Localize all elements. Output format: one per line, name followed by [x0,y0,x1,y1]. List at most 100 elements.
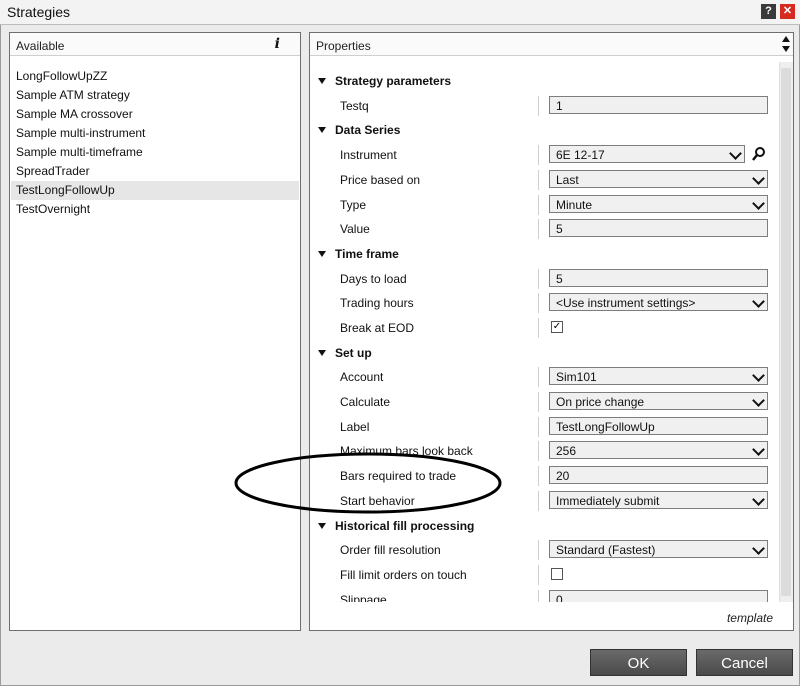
available-header: Available i [10,33,300,56]
help-button[interactable]: ? [761,4,776,19]
property-label: Calculate [340,395,391,409]
category-row[interactable]: Historical fill processing [310,516,779,536]
category-label: Data Series [335,123,401,137]
chevron-down-icon[interactable] [752,172,765,185]
property-dropdown[interactable]: On price change [549,392,768,410]
property-row: Value 5 [310,219,779,239]
ok-button[interactable]: OK [590,649,687,676]
property-row: Fill limit orders on touch [310,565,779,585]
property-scrollbar[interactable] [779,62,793,602]
property-input[interactable]: 1 [549,96,768,114]
property-checkbox[interactable]: ✓ [551,321,563,333]
column-divider [538,318,539,338]
info-icon[interactable]: i [275,36,280,52]
property-row: Break at EOD ✓ [310,318,779,338]
property-row: Days to load 5 [310,269,779,289]
column-divider [538,269,539,289]
property-row: Testq 1 [310,96,779,116]
search-icon[interactable] [751,146,767,162]
available-header-label: Available [16,39,65,53]
category-row[interactable]: Data Series [310,120,779,140]
property-checkbox[interactable] [551,568,563,580]
column-divider [538,466,539,486]
column-divider [538,491,539,511]
property-label: Testq [340,99,369,113]
property-row: Account Sim101 [310,367,779,387]
close-button[interactable]: ✕ [780,4,795,19]
field-value: Immediately submit [556,494,660,508]
strategy-item[interactable]: Sample multi-instrument [11,124,299,143]
property-row: Instrument 6E 12-17 [310,145,779,165]
scrollbar-thumb[interactable] [781,68,791,596]
column-divider [538,540,539,560]
column-divider [538,145,539,165]
chevron-down-icon[interactable] [752,394,765,407]
property-input[interactable]: 5 [549,269,768,287]
strategy-list: LongFollowUpZZ Sample ATM strategy Sample … [11,67,299,219]
collapse-arrow-icon[interactable] [318,350,326,356]
property-input[interactable]: 0 [549,590,768,602]
column-divider [538,219,539,239]
strategy-item[interactable]: SpreadTrader [11,162,299,181]
property-label: Order fill resolution [340,543,441,557]
strategies-dialog: Available i LongFollowUpZZ Sample ATM str… [0,25,800,686]
property-dropdown[interactable]: 256 [549,441,768,459]
strategy-item[interactable]: TestOvernight [11,200,299,219]
strategy-item[interactable]: TestLongFollowUp [11,181,299,200]
scroll-down-arrow-icon[interactable] [782,46,790,52]
category-label: Set up [335,346,372,360]
field-value: TestLongFollowUp [556,420,655,434]
property-dropdown[interactable]: Immediately submit [549,491,768,509]
property-input[interactable]: 20 [549,466,768,484]
property-label: Start behavior [340,494,415,508]
property-row: Order fill resolution Standard (Fastest) [310,540,779,560]
category-row[interactable]: Set up [310,343,779,363]
category-row[interactable]: Strategy parameters [310,71,779,91]
property-dropdown[interactable]: <Use instrument settings> [549,293,768,311]
property-dropdown[interactable]: Standard (Fastest) [549,540,768,558]
property-label: Type [340,198,367,212]
field-value: 5 [556,272,563,286]
category-label: Historical fill processing [335,519,475,533]
column-divider [538,367,539,387]
chevron-down-icon[interactable] [752,493,765,506]
column-divider [538,565,539,585]
strategy-item[interactable]: Sample MA crossover [11,105,299,124]
property-dropdown[interactable]: Sim101 [549,367,768,385]
collapse-arrow-icon[interactable] [318,251,326,257]
property-label: Slippage [340,593,387,602]
property-dropdown[interactable]: 6E 12-17 [549,145,745,163]
collapse-arrow-icon[interactable] [318,127,326,133]
strategy-item[interactable]: Sample multi-timeframe [11,143,299,162]
property-label: Instrument [340,148,397,162]
category-label: Strategy parameters [335,74,452,88]
field-value: <Use instrument settings> [556,296,696,310]
property-label: Maximum bars look back [340,444,473,458]
property-input[interactable]: 5 [549,219,768,237]
template-link[interactable]: template [727,611,773,625]
cancel-button[interactable]: Cancel [696,649,793,676]
category-row[interactable]: Time frame [310,244,779,264]
field-value: On price change [556,395,645,409]
strategy-item[interactable]: Sample ATM strategy [11,86,299,105]
properties-panel: Properties Strategy parameters Testq 1 Data… [309,32,794,631]
chevron-down-icon[interactable] [752,542,765,555]
property-label: Account [340,370,384,384]
chevron-down-icon[interactable] [752,369,765,382]
chevron-down-icon[interactable] [729,147,742,160]
chevron-down-icon[interactable] [752,443,765,456]
field-value: Minute [556,198,593,212]
property-row: Trading hours <Use instrument settings> [310,293,779,313]
strategy-item[interactable]: LongFollowUpZZ [11,67,299,86]
chevron-down-icon[interactable] [752,295,765,308]
property-dropdown[interactable]: Minute [549,195,768,213]
scroll-up-arrow-icon[interactable] [782,36,790,42]
collapse-arrow-icon[interactable] [318,78,326,84]
property-input[interactable]: TestLongFollowUp [549,417,768,435]
property-row: Bars required to trade 20 [310,466,779,486]
property-dropdown[interactable]: Last [549,170,768,188]
property-grid: Strategy parameters Testq 1 Data Series Inst… [310,56,779,602]
collapse-arrow-icon[interactable] [318,523,326,529]
chevron-down-icon[interactable] [752,197,765,210]
column-divider [538,417,539,437]
